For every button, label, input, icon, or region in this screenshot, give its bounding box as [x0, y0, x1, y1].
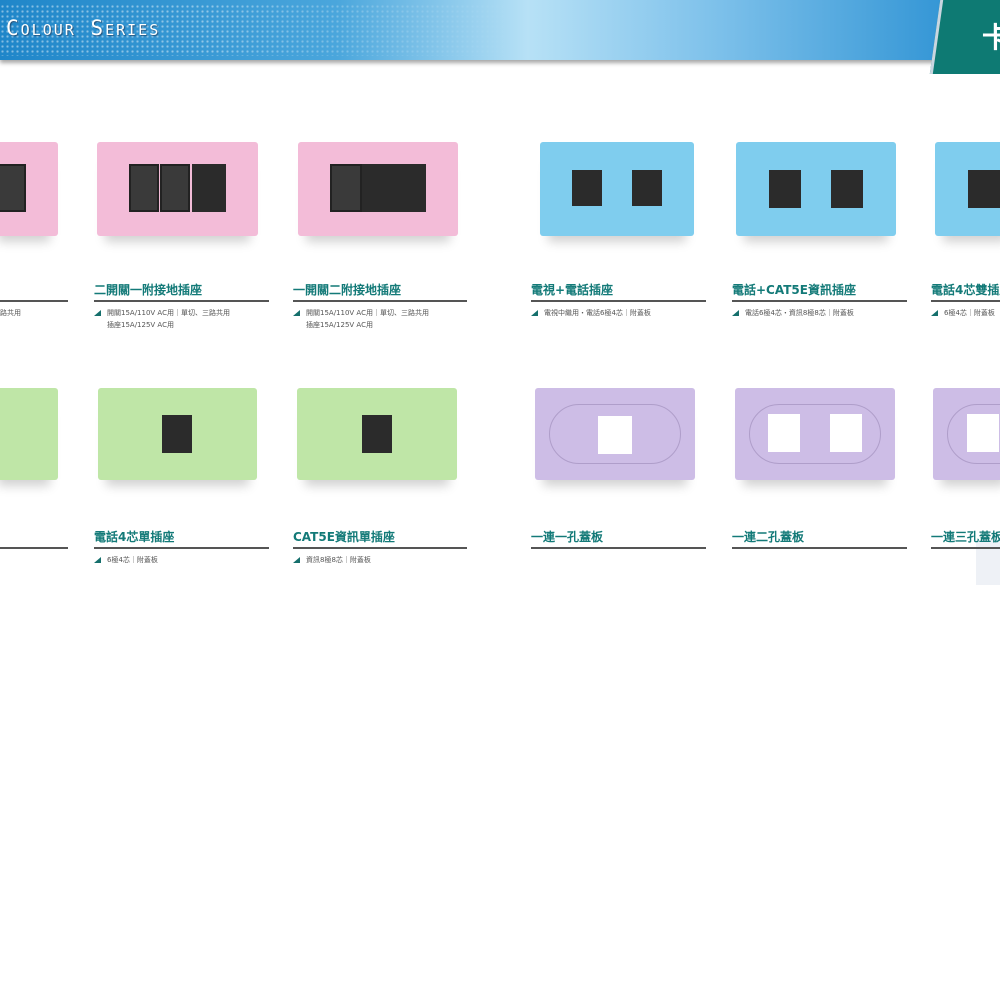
product-desc: 路共用	[0, 309, 21, 317]
product-desc: 6極4芯｜附蓋板	[931, 307, 995, 319]
product-title: 一連一孔蓋板	[531, 530, 604, 544]
product-plate	[298, 142, 458, 236]
caption-rule	[0, 547, 68, 549]
phone-jack	[769, 170, 801, 208]
product-title: 一連二孔蓋板	[732, 530, 805, 544]
product-title: 一開關二附接地插座	[293, 283, 402, 297]
product-plate	[535, 388, 695, 480]
bullet-triangle-icon	[94, 310, 101, 316]
bullet-triangle-icon	[94, 557, 101, 563]
product-desc: 電視中繼用・電話6極4芯｜附蓋板	[531, 307, 651, 319]
caption-rule	[732, 300, 907, 302]
data-jack	[831, 170, 863, 208]
switch-module	[330, 164, 362, 212]
bullet-triangle-icon	[732, 310, 739, 316]
phone-jack	[968, 170, 1000, 208]
product-title: CAT5E資訊單插座	[293, 530, 395, 544]
caption-rule	[293, 547, 467, 549]
bullet-triangle-icon	[293, 557, 300, 563]
product-desc: 開關15A/110V AC用｜單切、三路共用 插座15A/125V AC用	[94, 307, 230, 331]
product-title: 電話4芯雙插座	[931, 283, 1000, 297]
switch-module	[129, 164, 159, 212]
plate-opening	[830, 414, 862, 452]
plate-opening	[768, 414, 800, 452]
phone-jack	[632, 170, 662, 206]
tv-jack	[572, 170, 602, 206]
section-tab-glyph: 卡	[982, 21, 1000, 54]
bullet-triangle-icon	[931, 310, 938, 316]
product-title: 二開關一附接地插座	[94, 283, 203, 297]
caption-rule	[293, 300, 467, 302]
outlet-module	[362, 164, 426, 212]
caption-rule	[94, 547, 269, 549]
product-plate	[736, 142, 896, 236]
switch-module	[160, 164, 190, 212]
product-plate	[0, 142, 58, 236]
bullet-triangle-icon	[293, 310, 300, 316]
data-jack	[362, 415, 392, 453]
product-desc: 開關15A/110V AC用｜單切、三路共用 插座15A/125V AC用	[293, 307, 429, 331]
caption-rule	[931, 300, 1000, 302]
outlet-module	[192, 164, 226, 212]
caption-rule	[531, 300, 706, 302]
product-title: 電話4芯單插座	[94, 530, 175, 544]
caption-rule	[732, 547, 907, 549]
product-desc: 電話6極4芯・資訊8極8芯｜附蓋板	[732, 307, 854, 319]
product-title: 一連三孔蓋板	[931, 530, 1000, 544]
product-plate	[540, 142, 694, 236]
product-desc: 6極4芯｜附蓋板	[94, 554, 158, 566]
phone-jack	[162, 415, 192, 453]
product-desc: 資訊8極8芯｜附蓋板	[293, 554, 371, 566]
series-title: Colour Series	[6, 16, 161, 40]
plate-opening	[598, 416, 632, 454]
bullet-triangle-icon	[531, 310, 538, 316]
product-title: 電視+電話插座	[531, 283, 614, 297]
header-banner: Colour Series	[0, 0, 960, 60]
product-plate	[735, 388, 895, 480]
product-plate	[297, 388, 457, 480]
switch-module	[0, 164, 26, 212]
product-plate	[98, 388, 257, 480]
caption-rule	[0, 300, 68, 302]
product-plate	[97, 142, 258, 236]
caption-rule	[94, 300, 269, 302]
product-plate	[933, 388, 1000, 480]
caption-rule	[531, 547, 706, 549]
caption-rule	[931, 547, 1000, 549]
product-title: 電話+CAT5E資訊插座	[732, 283, 856, 297]
product-plate	[0, 388, 58, 480]
product-plate	[935, 142, 1000, 236]
plate-opening	[967, 414, 999, 452]
